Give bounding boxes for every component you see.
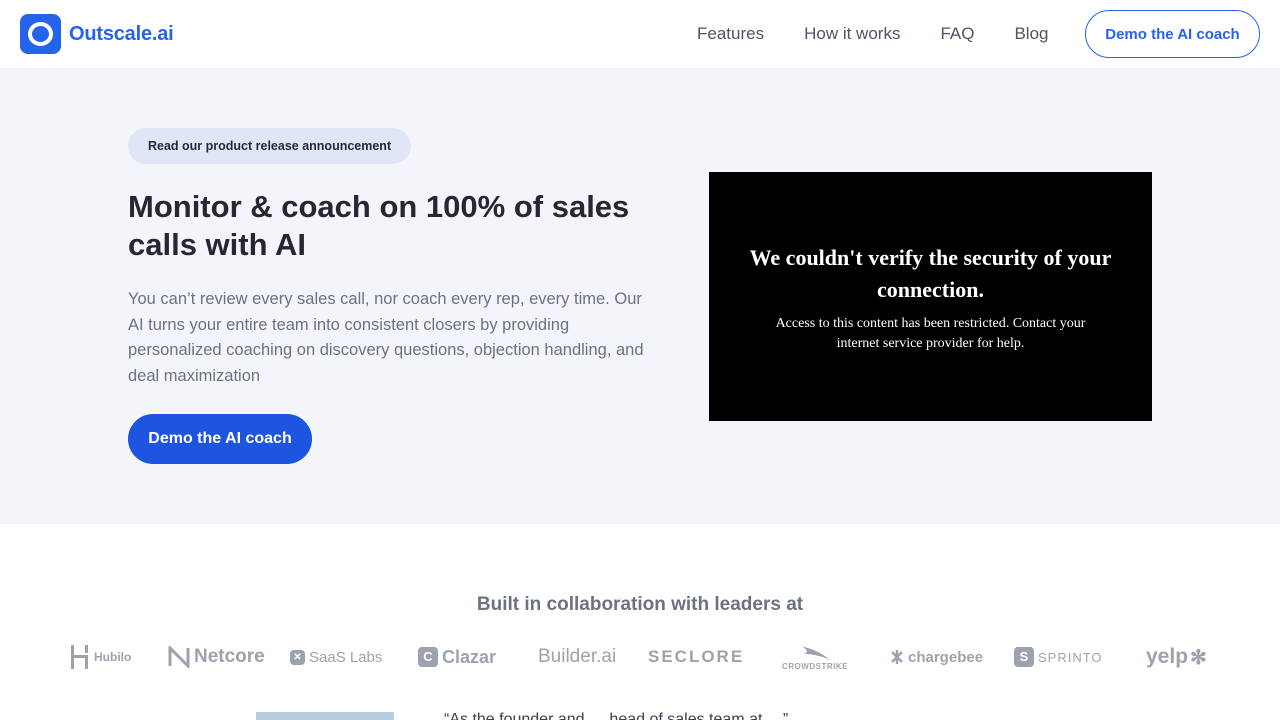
chargebee-logo-icon bbox=[891, 650, 903, 664]
brand-crowdstrike: CROWDSTRIKE bbox=[782, 640, 848, 674]
testimonial-quote: “As the founder and … head of sales team… bbox=[444, 712, 1044, 720]
hero-title: Monitor & coach on 100% of sales calls w… bbox=[128, 189, 630, 262]
nav-link-features[interactable]: Features bbox=[697, 24, 764, 44]
brand-name: Netcore bbox=[194, 646, 265, 667]
site-logo[interactable]: Outscale.ai bbox=[20, 14, 174, 54]
brand-logo-row: Hubilo Netcore ✕ SaaS Labs C Clazar Buil… bbox=[60, 640, 1220, 674]
embedded-video-blocked[interactable]: We couldn't verify the security of your … bbox=[709, 172, 1152, 421]
brand-name: Hubilo bbox=[94, 650, 132, 664]
brand-saas-labs: ✕ SaaS Labs bbox=[290, 640, 382, 674]
brand-netcore: Netcore bbox=[168, 640, 265, 674]
brand-name: SECLORE bbox=[648, 647, 745, 666]
logo-text: Outscale.ai bbox=[69, 22, 174, 45]
blocked-heading: We couldn't verify the security of your … bbox=[749, 245, 1112, 302]
nav-demo-button[interactable]: Demo the AI coach bbox=[1085, 10, 1260, 58]
nav-links: Features How it works FAQ Blog bbox=[697, 24, 1089, 44]
brand-sprinto: S SPRINTO bbox=[1014, 640, 1103, 674]
crowdstrike-falcon-icon bbox=[799, 645, 830, 660]
collaboration-title: Built in collaboration with leaders at bbox=[476, 594, 804, 615]
announcement-pill[interactable]: Read our product release announcement bbox=[128, 128, 412, 164]
brand-name: Clazar bbox=[442, 646, 497, 667]
hubilo-logo-icon bbox=[71, 645, 88, 669]
testimonial-image bbox=[256, 712, 394, 720]
brand-seclore: SECLORE bbox=[648, 640, 744, 674]
brand-builder-ai: Builder.ai bbox=[538, 640, 616, 674]
saas-labs-logo-icon: ✕ bbox=[290, 649, 305, 665]
blocked-subtext: Access to this content has been restrict… bbox=[775, 316, 1086, 351]
outscale-logo-icon bbox=[20, 14, 61, 54]
brand-name: Builder.ai bbox=[538, 646, 617, 667]
nav-link-how-it-works[interactable]: How it works bbox=[804, 24, 900, 44]
hero-description: You can’t review every sales call, nor c… bbox=[128, 290, 644, 385]
brand-name: SPRINTO bbox=[1038, 649, 1103, 665]
brand-hubilo: Hubilo bbox=[70, 640, 131, 674]
brand-name: CROWDSTRIKE bbox=[782, 661, 848, 671]
yelp-burst-icon: ✻ bbox=[1190, 646, 1207, 669]
hero-section: Read our product release announcement Mo… bbox=[0, 68, 1280, 524]
clazar-logo-icon: C bbox=[418, 647, 438, 667]
nav-link-faq[interactable]: FAQ bbox=[940, 24, 974, 44]
brand-yelp: yelp ✻ bbox=[1146, 640, 1207, 674]
brand-chargebee: chargebee bbox=[890, 640, 983, 674]
brand-name: yelp bbox=[1146, 645, 1189, 668]
top-navbar: Outscale.ai Features How it works FAQ Bl… bbox=[0, 0, 1280, 68]
brand-name: SaaS Labs bbox=[309, 648, 383, 666]
hero-demo-button[interactable]: Demo the AI coach bbox=[128, 414, 312, 464]
netcore-logo-icon bbox=[168, 646, 190, 668]
brand-clazar: C Clazar bbox=[418, 640, 496, 674]
nav-link-blog[interactable]: Blog bbox=[1014, 24, 1048, 44]
brand-name: chargebee bbox=[908, 648, 984, 666]
sprinto-logo-icon: S bbox=[1014, 647, 1034, 667]
